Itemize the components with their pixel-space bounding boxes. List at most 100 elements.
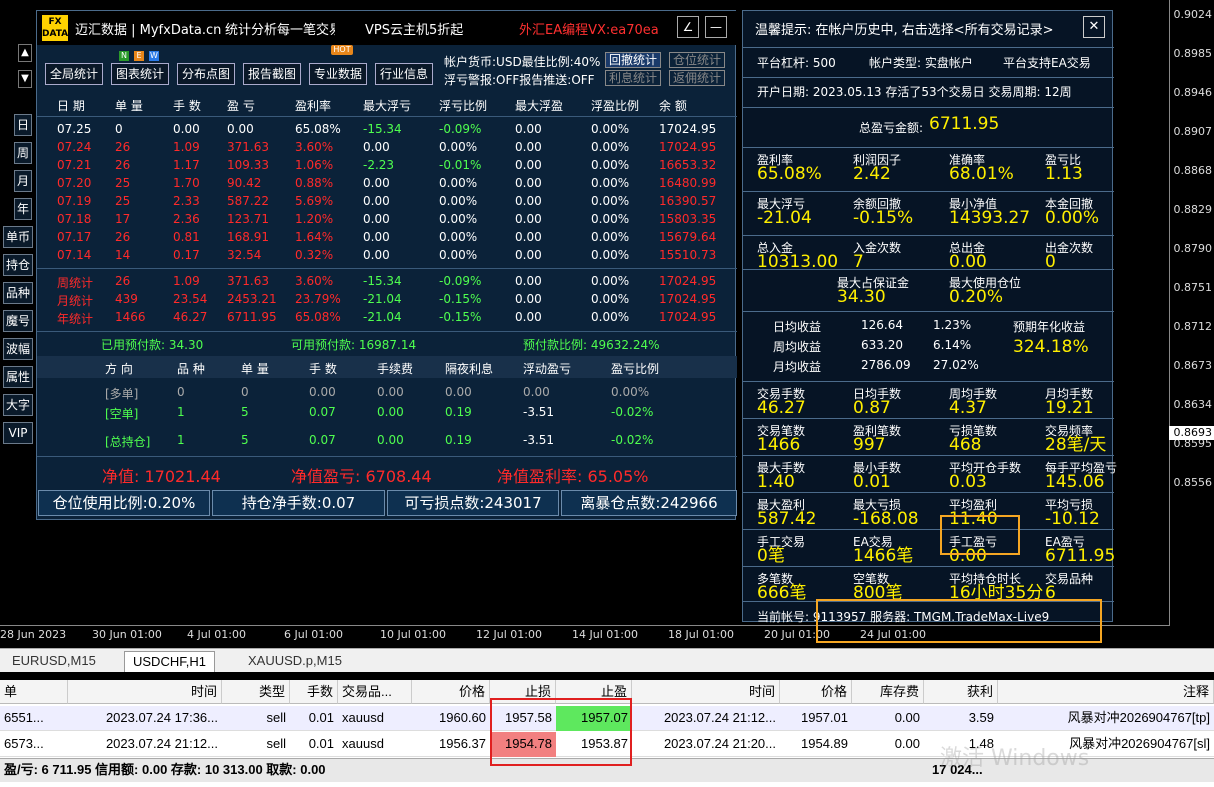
trade-cell: 2023.07.24 21:12... [105, 736, 218, 751]
table-cell: 2.33 [173, 194, 200, 208]
toolbar-button-0[interactable]: 全局统计 [45, 63, 103, 85]
metric-value: 0.03 [949, 472, 987, 492]
trade-cell: 0.00 [894, 710, 920, 725]
side-button-5[interactable]: 持仓 [3, 254, 33, 276]
trade-column-header[interactable]: 获利 [924, 680, 998, 704]
side-button-9[interactable]: 属性 [3, 366, 33, 388]
chart-tab-2[interactable]: XAUUSD.p,M15 [240, 651, 350, 672]
table-cell: 0.00 [363, 194, 390, 208]
side-button-3[interactable]: 年 [14, 198, 32, 220]
table-cell: -0.15% [439, 310, 482, 324]
position-cell: 0.19 [445, 433, 472, 447]
table-cell: 16480.99 [659, 176, 717, 190]
table-cell: 0.00% [591, 158, 630, 172]
table-cell: 07.20 [57, 176, 92, 190]
position-cell: 0.00 [309, 385, 336, 399]
bottom-stat-1: 持仓净手数:0.07 [212, 490, 385, 516]
trade-cell: sell [266, 736, 286, 751]
bottom-stat-3: 离暴仓点数:242966 [561, 490, 737, 516]
position-header: 品 种 [177, 362, 205, 376]
side-button-4[interactable]: 单币 [3, 226, 33, 248]
avg-amount: 126.64 [861, 318, 903, 332]
side-button-8[interactable]: 波幅 [3, 338, 33, 360]
table-cell: 0 [115, 122, 123, 136]
trade-column-header[interactable]: 库存费 [852, 680, 924, 704]
position-cell: -3.51 [523, 405, 555, 419]
toolbar-button-4[interactable]: 专业数据 [309, 63, 367, 85]
position-cell: 0.00 [377, 385, 404, 399]
table-cell: 371.63 [227, 274, 269, 288]
price-level: 0.8673 [1173, 359, 1213, 372]
toolbar-button-2[interactable]: 分布点图 [177, 63, 235, 85]
trade-column-header[interactable]: 时间 [68, 680, 222, 704]
close-icon[interactable]: ✕ [1083, 16, 1105, 38]
trade-column-header[interactable]: 价格 [780, 680, 852, 704]
table-cell: 0.00% [439, 212, 478, 226]
watermark-text: 激活 Windows [940, 746, 1090, 771]
side-button-10[interactable]: 大字 [3, 394, 33, 416]
promo-link[interactable]: 外汇EA编程VX:ea70ea [519, 19, 659, 38]
trade-column-header[interactable]: 单 [0, 680, 68, 704]
table-cell: 0.00% [591, 310, 630, 324]
minimize-icon[interactable]: — [705, 16, 727, 38]
column-header: 余 额 [659, 99, 687, 113]
side-button-0[interactable]: 日 [14, 114, 32, 136]
position-stats-button[interactable]: 仓位统计 [669, 52, 725, 68]
column-header: 单 量 [115, 99, 143, 113]
trade-column-header[interactable]: 类型 [222, 680, 290, 704]
table-cell: 0.32% [295, 248, 334, 262]
table-cell: -21.04 [363, 310, 402, 324]
side-button-2[interactable]: 月 [14, 170, 32, 192]
trade-column-header[interactable]: 时间 [632, 680, 780, 704]
rebate-stats-button[interactable]: 返佣统计 [669, 70, 725, 86]
stats-table-header: 日 期 单 量 手 数 盈 亏 盈利率 最大浮亏 浮亏比例 最大浮盈 浮盈比例 余 额 [37, 94, 737, 116]
metric-value: 6711.95 [1045, 546, 1116, 566]
edit-icon[interactable]: ∠ [677, 16, 699, 38]
table-cell: 25 [115, 176, 131, 190]
table-cell: -15.34 [363, 122, 402, 136]
side-button-6[interactable]: 品种 [3, 282, 33, 304]
position-cell: 0.00 [377, 405, 404, 419]
side-button-1[interactable]: 周 [14, 142, 32, 164]
metric-value: -10.12 [1045, 509, 1100, 529]
interest-stats-button[interactable]: 利息统计 [605, 70, 661, 86]
trade-cell: 1956.37 [439, 736, 486, 751]
table-cell: 07.19 [57, 194, 92, 208]
trade-column-header[interactable]: 价格 [412, 680, 490, 704]
trade-column-header[interactable]: 注释 [998, 680, 1214, 704]
table-cell: 14 [115, 248, 131, 262]
drawdown-stats-button[interactable]: 回撤统计 [605, 52, 661, 68]
scroll-up-icon[interactable]: ▲ [18, 44, 32, 62]
account-summary-panel: 温馨提示: 在帐户历史中, 右击选择<所有交易记录> ✕ 平台杠杆: 500 帐… [742, 10, 1117, 624]
chart-tab-1[interactable]: USDCHF,H1 [124, 651, 215, 672]
trade-column-header[interactable]: 手数 [290, 680, 338, 704]
toolbar-button-5[interactable]: 行业信息 [375, 63, 433, 85]
table-cell: 0.00 [363, 230, 390, 244]
side-button-11[interactable]: VIP [3, 422, 33, 444]
trade-column-header[interactable]: 交易品... [338, 680, 412, 704]
total-pnl-value: 6711.95 [929, 114, 1000, 134]
table-cell: 26 [115, 230, 131, 244]
metric-value: -21.04 [757, 208, 812, 228]
table-cell: 07.24 [57, 140, 92, 154]
price-level: 0.8634 [1173, 398, 1213, 411]
highlight-account [816, 599, 1102, 643]
side-button-7[interactable]: 魔号 [3, 310, 33, 332]
column-header: 手 数 [173, 99, 201, 113]
brand-name[interactable]: 迈汇数据 | MyfxData.cn [75, 19, 221, 38]
scroll-down-icon[interactable]: ▼ [18, 70, 32, 88]
vps-link[interactable]: VPS云主机5折起 [365, 19, 463, 38]
trade-cell: 6551... [4, 710, 44, 725]
table-cell: 26 [115, 274, 131, 288]
annual-value: 324.18% [1013, 337, 1089, 357]
stats-panel: FX DATA 迈汇数据 | MyfxData.cn 统计分析每一笔交易 VPS… [36, 10, 737, 520]
table-cell: 0.00 [515, 248, 542, 262]
toolbar-button-3[interactable]: 报告截图 [243, 63, 301, 85]
metric-value: 0.00% [1045, 208, 1100, 228]
table-row: 07.18 17 2.36 123.71 1.20% 0.00 0.00% 0.00 0.00%… [37, 211, 737, 229]
trade-cell: 2023.07.24 21:20... [663, 736, 776, 751]
chart-tab-0[interactable]: EURUSD,M15 [4, 651, 104, 672]
avg-percent: 1.23% [933, 318, 972, 332]
toolbar-button-1[interactable]: 图表统计 [111, 63, 169, 85]
table-cell: 07.14 [57, 248, 92, 262]
